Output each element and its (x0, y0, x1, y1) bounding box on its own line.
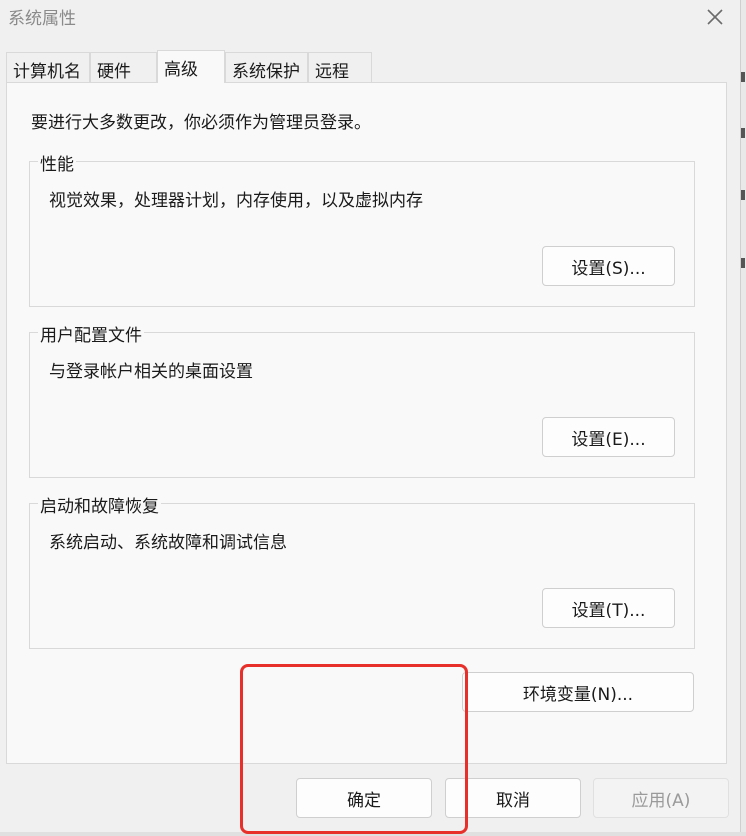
environment-variables-button[interactable]: 环境变量(N)... (462, 672, 694, 712)
annotation-highlight-box (240, 664, 468, 834)
user-profiles-group-label: 用户配置文件 (38, 321, 144, 346)
user-profiles-group: 用户配置文件 与登录帐户相关的桌面设置 设置(E)... (29, 321, 695, 478)
background-edge-mark (741, 128, 745, 138)
background-edge-mark (741, 190, 745, 200)
user-profiles-desc: 与登录帐户相关的桌面设置 (49, 362, 253, 382)
background-edge-mark (741, 72, 745, 82)
background-edge-mark (741, 258, 745, 268)
close-button[interactable] (700, 2, 730, 32)
performance-group-label: 性能 (38, 150, 76, 175)
tab-hardware[interactable]: 硬件 (90, 52, 157, 82)
startup-recovery-group: 启动和故障恢复 系统启动、系统故障和调试信息 设置(T)... (29, 492, 695, 649)
admin-note: 要进行大多数更改，你必须作为管理员登录。 (31, 113, 371, 133)
tab-computer-name[interactable]: 计算机名 (6, 52, 90, 82)
tab-advanced[interactable]: 高级 (157, 50, 225, 83)
background-window-edge (740, 0, 746, 836)
performance-settings-button[interactable]: 设置(S)... (542, 246, 675, 286)
startup-recovery-group-label: 启动和故障恢复 (38, 492, 161, 517)
performance-desc: 视觉效果，处理器计划，内存使用，以及虚拟内存 (49, 191, 423, 211)
startup-recovery-desc: 系统启动、系统故障和调试信息 (49, 533, 287, 553)
close-icon (707, 9, 723, 25)
apply-button[interactable]: 应用(A) (593, 778, 729, 818)
title-bar: 系统属性 (0, 0, 740, 36)
performance-group: 性能 视觉效果，处理器计划，内存使用，以及虚拟内存 设置(S)... (29, 150, 695, 307)
user-profiles-settings-button[interactable]: 设置(E)... (542, 417, 675, 457)
tab-system-protection[interactable]: 系统保护 (225, 52, 308, 82)
window-title: 系统属性 (8, 9, 76, 29)
tab-remote[interactable]: 远程 (308, 52, 372, 82)
startup-recovery-settings-button[interactable]: 设置(T)... (542, 588, 675, 628)
